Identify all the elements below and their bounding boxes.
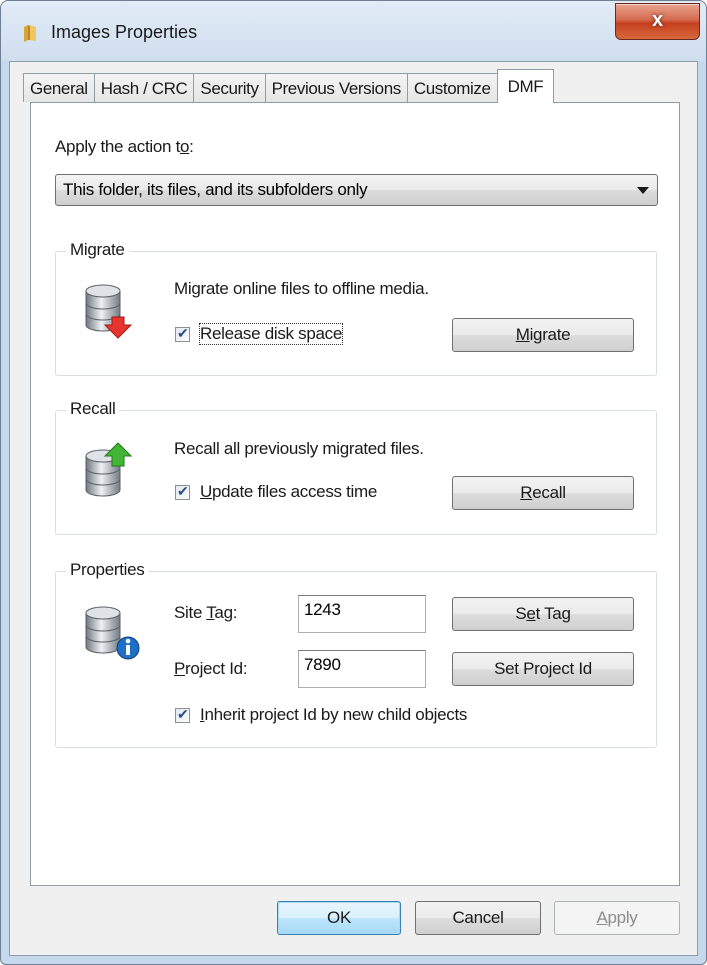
title-bar[interactable]: Images Properties x — [1, 1, 706, 61]
database-recall-icon — [85, 442, 132, 497]
inherit-project-id-label[interactable]: Inherit project Id by new child objects — [200, 705, 467, 725]
recall-description: Recall all previously migrated files. — [174, 439, 424, 458]
site-tag-label: Site Tag: — [174, 603, 238, 622]
project-id-field[interactable]: 7890 — [298, 650, 426, 688]
tab-hash-crc[interactable]: Hash / CRC — [93, 73, 195, 102]
apply-button[interactable]: Apply — [554, 901, 680, 935]
migrate-group-title: Migrate — [66, 240, 129, 260]
close-button[interactable]: x — [615, 3, 700, 40]
inherit-project-id-checkbox[interactable] — [175, 706, 190, 723]
tab-security[interactable]: Security — [193, 73, 266, 102]
site-tag-field[interactable]: 1243 — [298, 595, 426, 633]
migrate-description: Migrate online files to offline media. — [174, 279, 429, 298]
folder-icon — [24, 25, 36, 42]
update-access-time-label[interactable]: Update files access time — [200, 482, 377, 502]
properties-group-title: Properties — [66, 560, 149, 580]
apply-action-label: Apply the action to: — [55, 137, 194, 156]
migrate-button[interactable]: Migrate — [452, 318, 634, 352]
apply-action-dropdown[interactable]: This folder, its files, and its subfolde… — [55, 174, 658, 206]
tab-general[interactable]: General — [23, 73, 95, 102]
tab-customize[interactable]: Customize — [406, 73, 498, 102]
release-disk-space-checkbox[interactable] — [175, 325, 190, 342]
tab-previous-versions[interactable]: Previous Versions — [264, 73, 408, 102]
ok-button[interactable]: OK — [277, 901, 401, 935]
database-info-icon — [85, 606, 140, 660]
cancel-button[interactable]: Cancel — [415, 901, 541, 935]
tab-strip: General Hash / CRC Security Previous Ver… — [23, 69, 555, 103]
recall-group-title: Recall — [66, 399, 120, 419]
set-project-id-button[interactable]: Set Project Id — [452, 652, 634, 686]
database-migrate-icon — [85, 284, 132, 339]
chevron-down-icon[interactable] — [637, 187, 649, 194]
project-id-label: Project Id: — [174, 659, 248, 678]
tab-dmf[interactable]: DMF — [496, 69, 555, 103]
release-disk-space-label[interactable]: Release disk space — [198, 323, 344, 345]
recall-button[interactable]: Recall — [452, 476, 634, 510]
close-icon: x — [651, 9, 664, 31]
window-title: Images Properties — [51, 22, 198, 42]
set-tag-button[interactable]: Set Tag — [452, 597, 634, 631]
migrate-group: Migrate — [55, 240, 657, 376]
update-access-time-checkbox[interactable] — [175, 483, 190, 500]
recall-group: Recall — [55, 399, 657, 535]
apply-action-selected: This folder, its files, and its subfolde… — [63, 180, 368, 199]
